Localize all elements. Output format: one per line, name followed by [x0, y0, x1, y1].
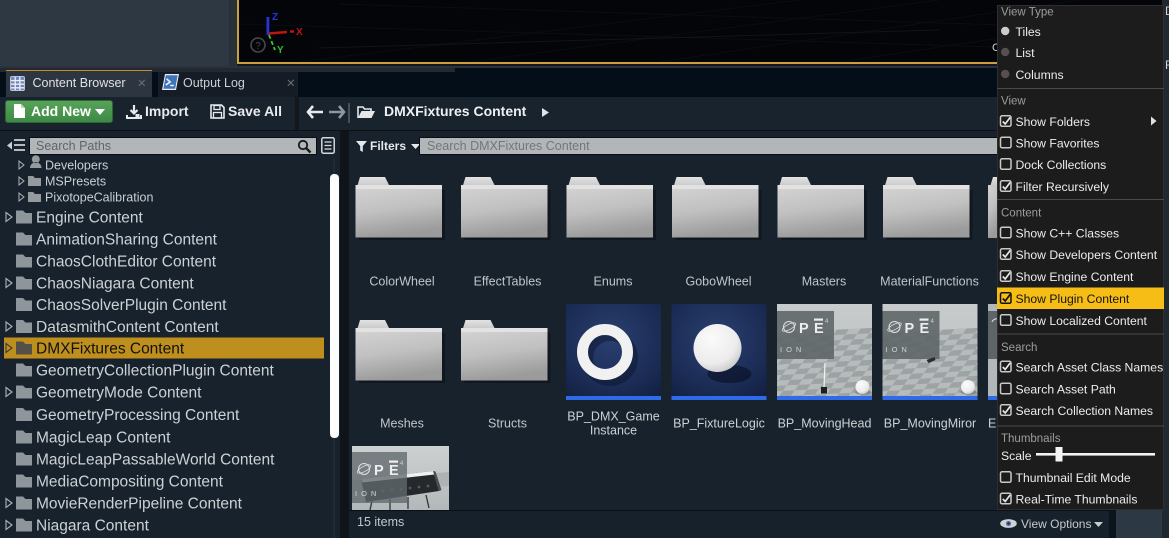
- svg-text:MediaCompositing Content: MediaCompositing Content: [36, 474, 224, 491]
- svg-text:Filter Recursively: Filter Recursively: [1016, 180, 1110, 194]
- svg-text:ColorWheel: ColorWheel: [369, 275, 434, 289]
- svg-text:Thumbnail Edit Mode: Thumbnail Edit Mode: [1016, 471, 1131, 485]
- svg-text:EffectTables: EffectTables: [474, 275, 542, 289]
- svg-text:Content: Content: [1001, 208, 1042, 220]
- svg-text:Show Plugin Content: Show Plugin Content: [1016, 292, 1130, 306]
- svg-text:List: List: [1016, 46, 1036, 60]
- svg-text:MagicLeap Content: MagicLeap Content: [36, 430, 171, 447]
- svg-text:Scale: Scale: [1001, 449, 1032, 463]
- svg-text:X: X: [296, 27, 303, 38]
- svg-text:GoboWheel: GoboWheel: [685, 275, 751, 289]
- svg-text:DatasmithContent Content: DatasmithContent Content: [36, 319, 219, 336]
- svg-text:Masters: Masters: [802, 275, 846, 289]
- svg-text:Show C++ Classes: Show C++ Classes: [1016, 227, 1120, 241]
- svg-text:Columns: Columns: [1016, 68, 1064, 82]
- svg-text:Z: Z: [272, 12, 278, 23]
- svg-text:Enums: Enums: [594, 275, 633, 289]
- svg-text:MSPresets: MSPresets: [45, 175, 106, 189]
- svg-text:Tiles: Tiles: [1016, 25, 1041, 39]
- svg-text:Structs: Structs: [488, 417, 527, 431]
- svg-text:Developers: Developers: [45, 159, 108, 173]
- svg-text:GeometryMode Content: GeometryMode Content: [36, 385, 202, 402]
- svg-text:BP_FixtureLogic: BP_FixtureLogic: [673, 417, 765, 431]
- svg-text:Show Favorites: Show Favorites: [1016, 137, 1100, 151]
- svg-text:MovieRenderPipeline Content: MovieRenderPipeline Content: [36, 496, 243, 513]
- svg-text:Show Developers Content: Show Developers Content: [1016, 248, 1158, 262]
- svg-text:Show Localized Content: Show Localized Content: [1016, 314, 1148, 328]
- svg-text:AnimationSharing Content: AnimationSharing Content: [36, 232, 218, 249]
- svg-text:ION: ION: [886, 345, 911, 354]
- svg-text:ChaosNiagara Content: ChaosNiagara Content: [36, 276, 194, 293]
- svg-text:ChaosSolverPlugin Content: ChaosSolverPlugin Content: [36, 297, 227, 314]
- svg-text:ION: ION: [780, 345, 805, 354]
- svg-text:ChaosClothEditor Content: ChaosClothEditor Content: [36, 254, 217, 271]
- svg-text:?: ?: [255, 41, 261, 52]
- svg-text:Instance: Instance: [590, 424, 637, 438]
- svg-text:Show Engine Content: Show Engine Content: [1016, 270, 1135, 284]
- svg-text:DMXFixtures Content: DMXFixtures Content: [36, 341, 185, 358]
- svg-text:Show Folders: Show Folders: [1016, 115, 1091, 129]
- svg-text:View: View: [1001, 96, 1026, 108]
- svg-text:Y: Y: [277, 45, 284, 56]
- svg-text:GeometryProcessing Content: GeometryProcessing Content: [36, 407, 240, 424]
- svg-text:Thumbnails: Thumbnails: [1001, 433, 1061, 445]
- svg-text:BP_MovingMiror: BP_MovingMiror: [884, 417, 976, 431]
- svg-text:Real-Time Thumbnails: Real-Time Thumbnails: [1016, 493, 1138, 507]
- svg-text:GeometryCollectionPlugin Conte: GeometryCollectionPlugin Content: [36, 363, 274, 380]
- svg-text:PixotopeCalibration: PixotopeCalibration: [45, 191, 153, 205]
- svg-text:View Type: View Type: [1001, 7, 1054, 19]
- svg-text:MaterialFunctions: MaterialFunctions: [880, 275, 979, 289]
- svg-text:Search Asset Path: Search Asset Path: [1016, 383, 1116, 397]
- svg-text:Search: Search: [1001, 342, 1037, 354]
- svg-text:ION: ION: [355, 489, 380, 498]
- svg-text:BP_MovingHead: BP_MovingHead: [778, 417, 872, 431]
- svg-text:Engine Content: Engine Content: [36, 210, 144, 227]
- svg-text:Search Asset Class Names: Search Asset Class Names: [1016, 361, 1164, 375]
- svg-text:Meshes: Meshes: [380, 417, 424, 431]
- svg-text:Dock Collections: Dock Collections: [1016, 158, 1107, 172]
- svg-text:E: E: [988, 417, 996, 431]
- svg-text:BP_DMX_Game: BP_DMX_Game: [567, 410, 659, 424]
- svg-text:Niagara Content: Niagara Content: [36, 518, 150, 535]
- svg-text:MagicLeapPassableWorld Content: MagicLeapPassableWorld Content: [36, 452, 275, 469]
- svg-text:Search Collection Names: Search Collection Names: [1016, 404, 1154, 418]
